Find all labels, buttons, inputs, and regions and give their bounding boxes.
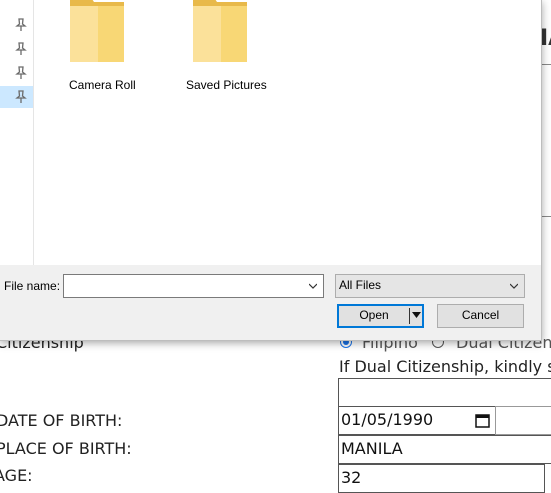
form-divider: [541, 216, 551, 217]
dob-input[interactable]: 01/05/1990: [338, 406, 496, 435]
open-button-label: Open: [359, 308, 389, 322]
open-button[interactable]: Open: [337, 304, 424, 328]
pin-icon: [15, 42, 27, 55]
folder-label: Camera Roll: [69, 78, 136, 92]
dual-citizenship-note: If Dual Citizenship, kindly sp: [339, 357, 551, 376]
dob-adjacent-cell: [495, 406, 551, 435]
file-open-dialog: Camera Roll Saved Pictures File name: Al…: [0, 0, 542, 341]
pin-icon: [15, 66, 27, 79]
file-type-select[interactable]: All Files: [335, 274, 525, 298]
cancel-button[interactable]: Cancel: [437, 304, 524, 328]
pob-value: MANILA: [341, 439, 403, 458]
age-input[interactable]: 32: [338, 464, 545, 493]
form-divider: [541, 64, 551, 65]
dob-value: 01/05/1990: [341, 410, 434, 429]
age-label: AGE:: [0, 466, 33, 485]
folder-icon: [70, 0, 124, 62]
pin-icon: [15, 18, 27, 31]
dob-label: DATE OF BIRTH:: [0, 411, 123, 430]
file-name-input[interactable]: [63, 274, 324, 298]
file-name-label: File name:: [4, 279, 61, 293]
dual-citizenship-input[interactable]: [338, 378, 551, 407]
navigation-pane[interactable]: [0, 0, 34, 265]
file-type-value: All Files: [339, 278, 382, 292]
open-split-divider: [409, 308, 410, 324]
pin-icon: [15, 90, 27, 103]
folder-icon: [193, 0, 247, 62]
pob-label: PLACE OF BIRTH:: [0, 439, 132, 458]
pob-input[interactable]: MANILA: [338, 435, 551, 464]
folder-label: Saved Pictures: [186, 78, 267, 92]
chevron-down-icon[interactable]: [309, 282, 317, 290]
dropdown-arrow-icon[interactable]: [412, 312, 421, 318]
chevron-down-icon[interactable]: [510, 282, 518, 290]
calendar-icon[interactable]: [475, 413, 490, 428]
file-list-pane[interactable]: Camera Roll Saved Pictures: [34, 0, 541, 265]
